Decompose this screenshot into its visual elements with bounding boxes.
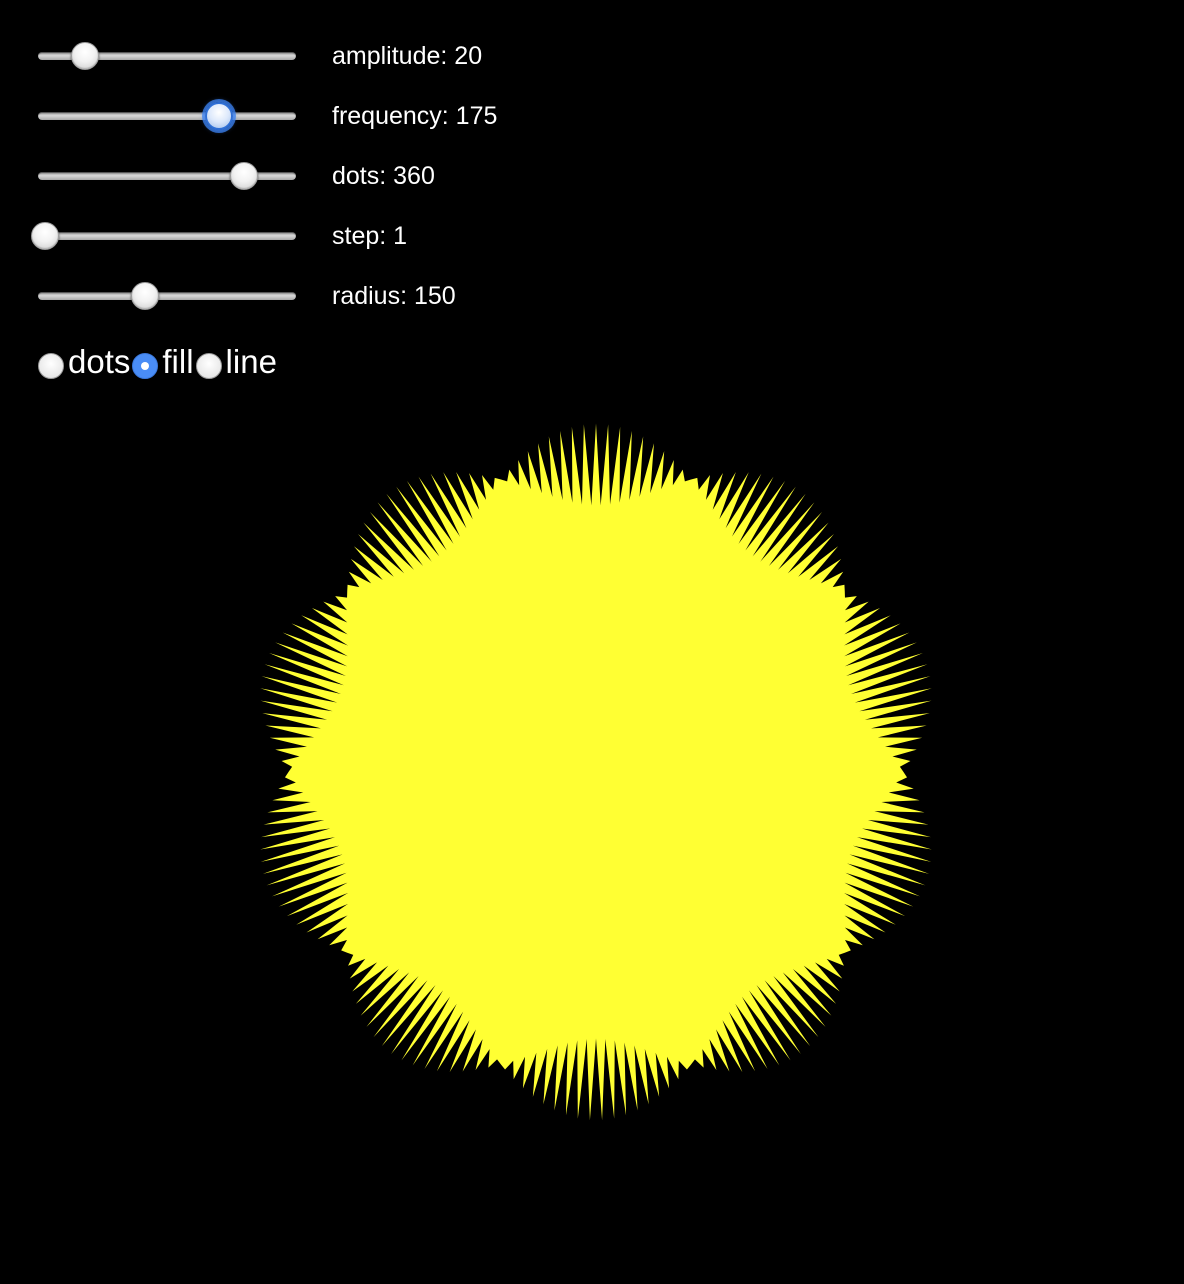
frequency-label: frequency: 175 (332, 102, 498, 130)
dots-slider-row: dots: 360 (38, 161, 598, 191)
dots-slider-thumb[interactable] (230, 162, 258, 190)
dots-radio-button[interactable] (38, 353, 64, 379)
mode-option-dots[interactable]: dots (38, 342, 132, 382)
frequency-slider-thumb[interactable] (205, 102, 234, 130)
line-radio-label[interactable]: line (226, 342, 277, 382)
amplitude-slider-row: amplitude: 20 (38, 41, 598, 71)
mode-option-fill[interactable]: fill (132, 342, 195, 382)
radius-label: radius: 150 (332, 282, 456, 310)
amplitude-label: amplitude: 20 (332, 42, 483, 70)
fill-radio-label[interactable]: fill (162, 342, 193, 382)
step-slider-row: step: 1 (31, 221, 598, 251)
frequency-slider-track[interactable] (38, 112, 296, 120)
amplitude-slider-thumb[interactable] (70, 42, 99, 70)
fill-radio-button[interactable] (132, 353, 159, 379)
step-label: step: 1 (332, 222, 408, 250)
dots-label: dots: 360 (332, 162, 435, 190)
drawing-canvas (260, 423, 932, 1121)
radius-slider-track[interactable] (38, 292, 296, 300)
wave-shape (260, 423, 932, 1121)
mode-option-line[interactable]: line (195, 342, 279, 382)
mode-radio-group: dots fill line (38, 340, 279, 384)
line-radio-button[interactable] (195, 353, 222, 379)
frequency-slider-row: frequency: 175 (38, 101, 598, 131)
radius-slider-thumb[interactable] (130, 282, 159, 310)
step-slider-thumb[interactable] (31, 222, 59, 250)
step-slider-track[interactable] (38, 232, 296, 240)
dots-radio-label[interactable]: dots (68, 342, 130, 382)
radius-slider-row: radius: 150 (38, 281, 598, 311)
